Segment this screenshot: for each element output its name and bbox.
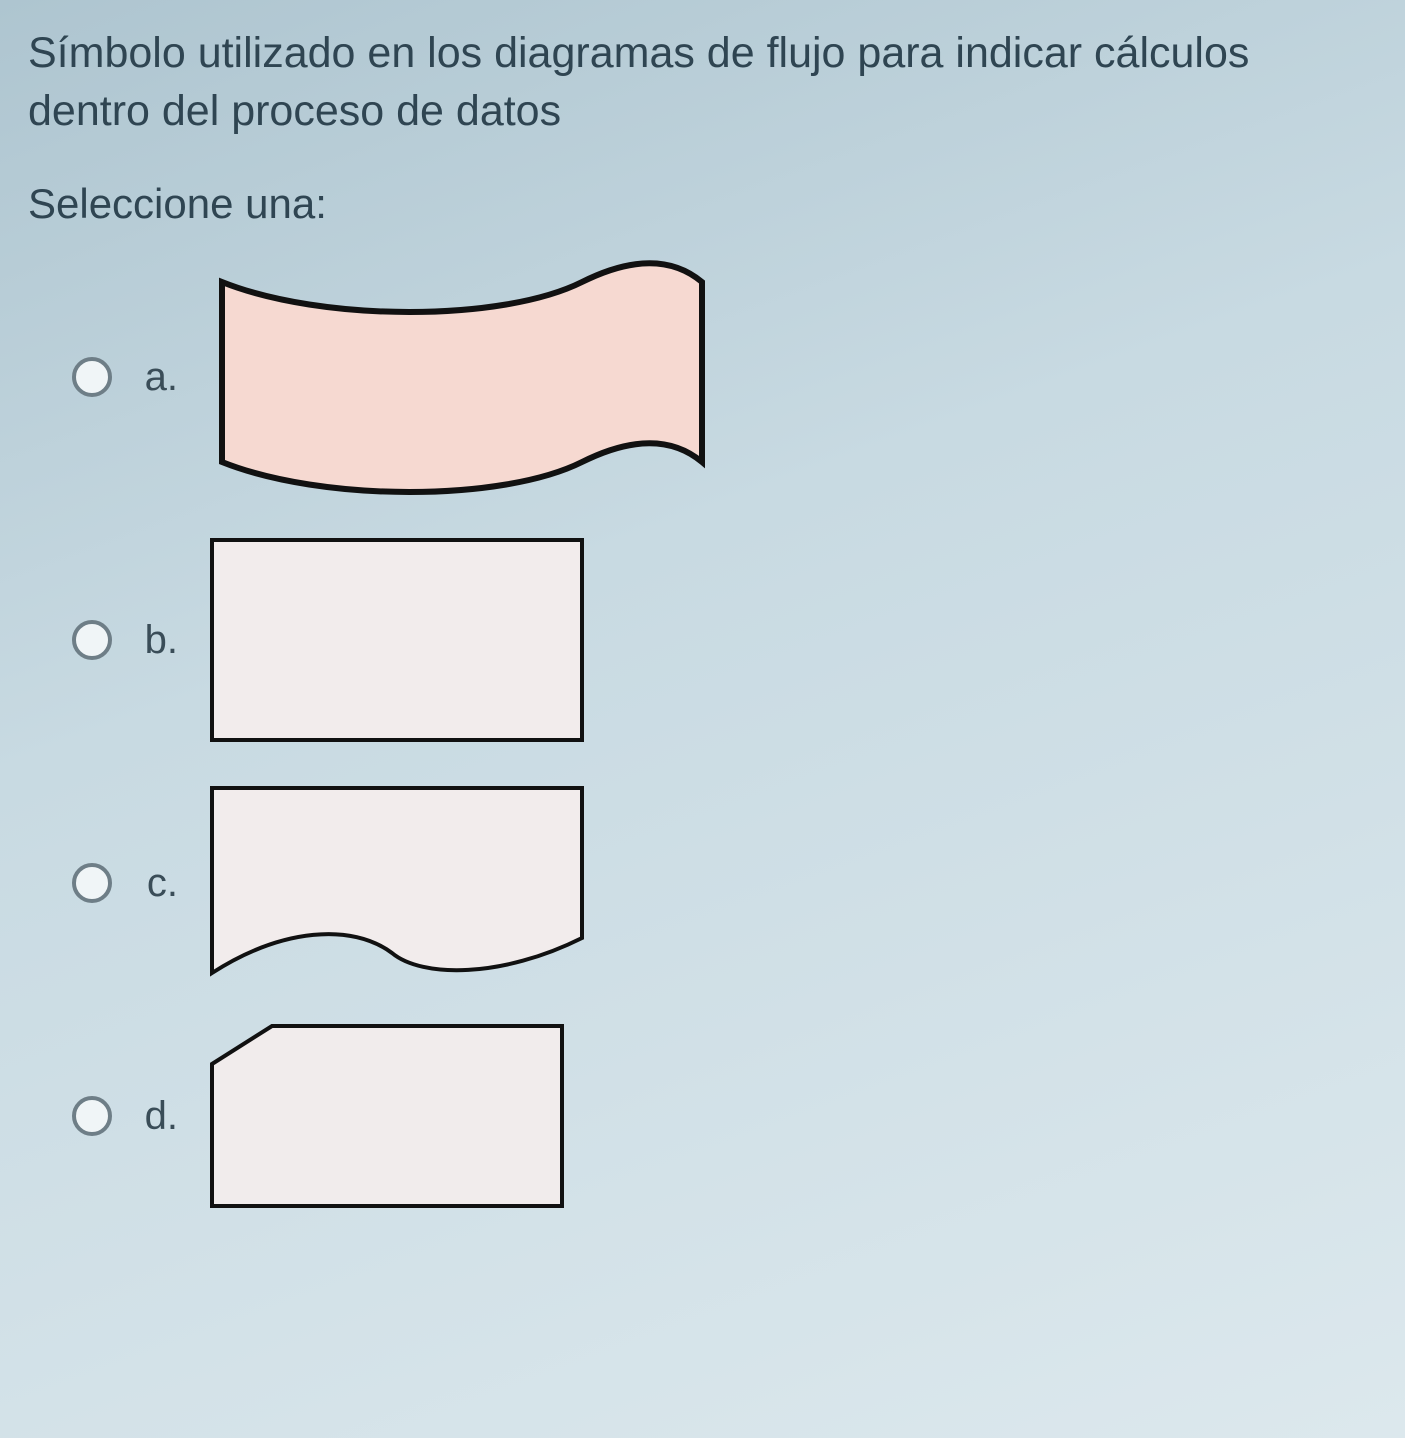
rectangle-icon	[202, 530, 592, 750]
option-a-label: a.	[136, 355, 178, 400]
radio-b[interactable]	[72, 620, 112, 660]
radio-a[interactable]	[72, 357, 112, 397]
card-icon	[202, 1016, 572, 1216]
option-c-shape	[202, 778, 592, 988]
option-b[interactable]: b.	[72, 530, 1377, 750]
option-d-shape	[202, 1016, 572, 1216]
radio-d[interactable]	[72, 1096, 112, 1136]
flag-wave-icon	[202, 252, 722, 502]
options-list: a. b. c. d.	[28, 252, 1377, 1216]
option-d[interactable]: d.	[72, 1016, 1377, 1216]
option-b-shape	[202, 530, 592, 750]
option-a-shape	[202, 252, 722, 502]
option-a[interactable]: a.	[72, 252, 1377, 502]
option-c[interactable]: c.	[72, 778, 1377, 988]
radio-c[interactable]	[72, 863, 112, 903]
option-d-label: d.	[136, 1094, 178, 1139]
question-text: Símbolo utilizado en los diagramas de fl…	[28, 24, 1368, 140]
select-one-label: Seleccione una:	[28, 180, 1377, 228]
option-b-label: b.	[136, 618, 178, 663]
option-c-label: c.	[136, 861, 178, 906]
document-icon	[202, 778, 592, 988]
